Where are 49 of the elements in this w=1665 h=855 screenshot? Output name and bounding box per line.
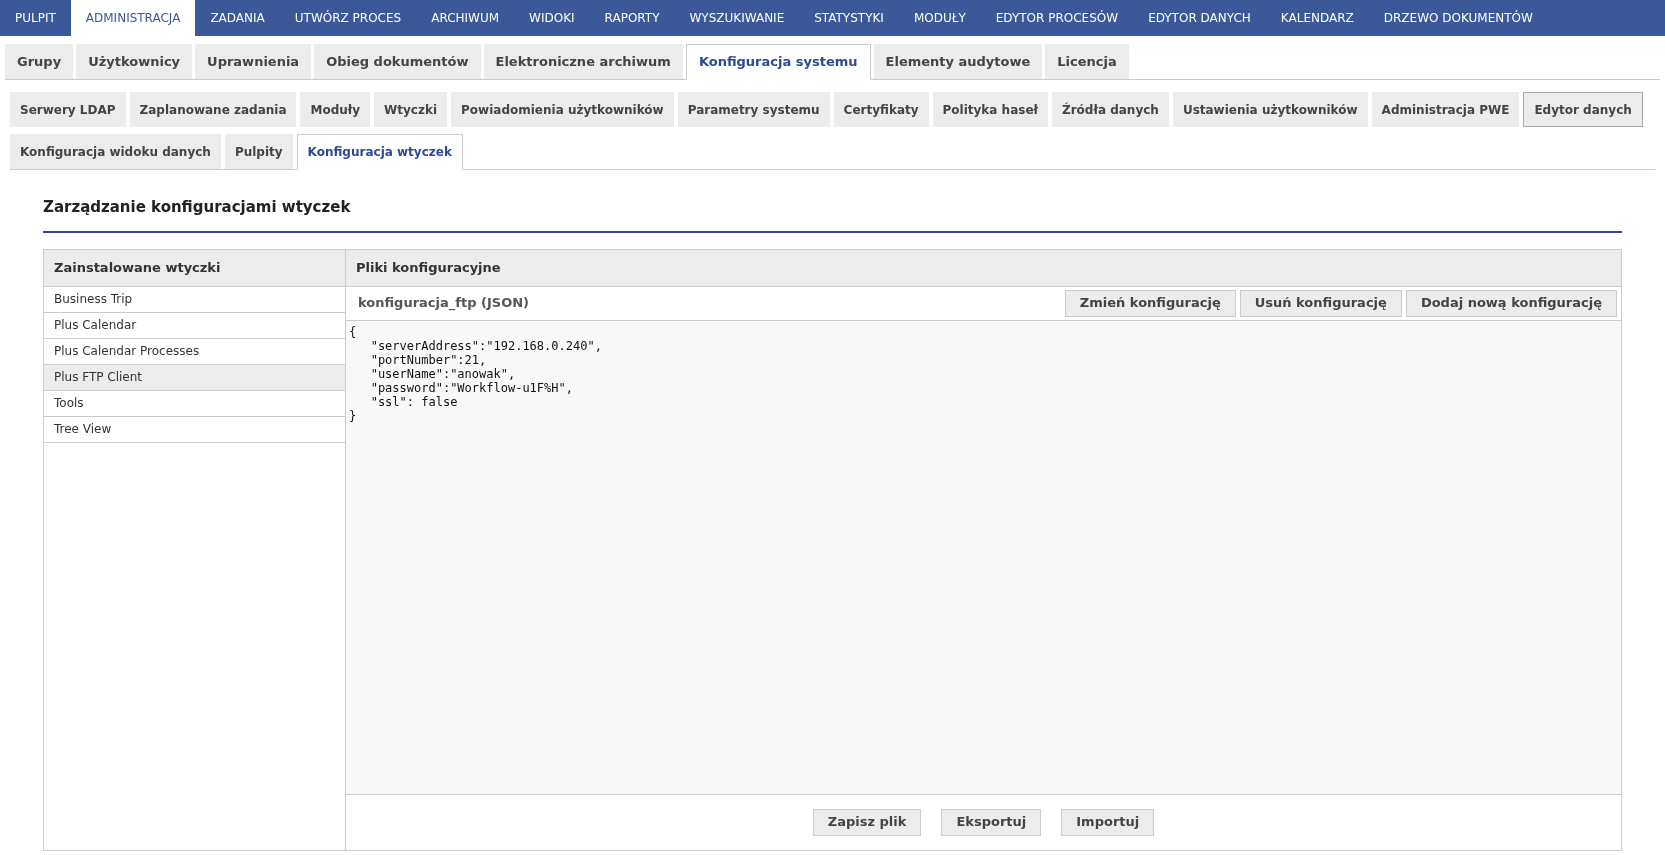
tab[interactable]: Konfiguracja systemu: [685, 44, 871, 80]
tab[interactable]: Obieg dokumentów: [314, 44, 481, 79]
nav-tab[interactable]: STATYSTYKI: [799, 0, 899, 36]
tab[interactable]: Uprawnienia: [195, 44, 312, 79]
sub-tab[interactable]: Źródła danych: [1052, 92, 1169, 127]
tab[interactable]: Użytkownicy: [76, 44, 193, 79]
code-editor[interactable]: { "serverAddress":"192.168.0.240", "portNumber":21, "userName":"anowak", "password":"Workflow-u1F%H", "ssl": false }: [346, 320, 1621, 795]
sub-tab[interactable]: Edytor danych: [1523, 92, 1643, 127]
action-button[interactable]: Zmień konfigurację: [1064, 289, 1236, 317]
nav-tab[interactable]: WIDOKI: [514, 0, 590, 36]
nav-tab[interactable]: RAPORTY: [589, 0, 675, 36]
nav-tab[interactable]: EDYTOR DANYCH: [1133, 0, 1266, 36]
tab[interactable]: Elektroniczne archiwum: [483, 44, 683, 79]
sub-tab[interactable]: Ustawienia użytkowników: [1172, 92, 1368, 127]
page-title: Zarządzanie konfiguracjami wtyczek: [43, 196, 1622, 233]
panel-header: Pliki konfiguracyjne: [346, 249, 1621, 287]
nav-tab[interactable]: EDYTOR PROCESÓW: [980, 0, 1134, 36]
footer-button[interactable]: Zapisz plik: [812, 808, 922, 836]
nav-tab[interactable]: ZADANIA: [195, 0, 280, 36]
tab[interactable]: Grupy: [5, 44, 74, 79]
sub-tab[interactable]: Konfiguracja widoku danych: [10, 134, 221, 169]
nav-tab[interactable]: KALENDARZ: [1265, 0, 1369, 36]
sub-tab[interactable]: Pulpity: [224, 134, 293, 169]
nav-tab[interactable]: MODUŁY: [898, 0, 981, 36]
sub-tab[interactable]: Wtyczki: [374, 92, 448, 127]
nav-tab[interactable]: DRZEWO DOKUMENTÓW: [1368, 0, 1548, 36]
sub-tab[interactable]: Serwery LDAP: [10, 92, 126, 127]
nav-tab[interactable]: WYSZUKIWANIE: [674, 0, 800, 36]
tab[interactable]: Elementy audytowe: [873, 44, 1043, 79]
sub-tab[interactable]: Powiadomienia użytkowników: [451, 92, 674, 127]
sub-tab[interactable]: Administracja PWE: [1371, 92, 1520, 127]
nav-tab[interactable]: ARCHIWUM: [416, 0, 515, 36]
panel-header: Zainstalowane wtyczki: [44, 249, 345, 287]
tab[interactable]: Licencja: [1045, 44, 1129, 79]
sub-tab[interactable]: Parametry systemu: [677, 92, 830, 127]
sub-tab[interactable]: Polityka haseł: [932, 92, 1048, 127]
sub-tab[interactable]: Moduły: [300, 92, 371, 127]
sub-tab[interactable]: Konfiguracja wtyczek: [296, 134, 463, 170]
action-button[interactable]: Usuń konfigurację: [1239, 289, 1402, 317]
nav-tab[interactable]: PULPIT: [0, 0, 71, 36]
footer-button[interactable]: Importuj: [1061, 808, 1155, 836]
file-name: konfiguracja_ftp (JSON): [358, 294, 529, 313]
nav-tab[interactable]: ADMINISTRACJA: [70, 0, 196, 36]
nav-tab[interactable]: UTWÓRZ PROCES: [279, 0, 417, 36]
plugin-item[interactable]: Plus FTP Client: [44, 364, 345, 391]
action-button[interactable]: Dodaj nową konfigurację: [1405, 289, 1617, 317]
sub-tab[interactable]: Zaplanowane zadania: [129, 92, 297, 127]
sub-tab[interactable]: Certyfikaty: [833, 92, 929, 127]
footer-button[interactable]: Eksportuj: [941, 808, 1042, 836]
